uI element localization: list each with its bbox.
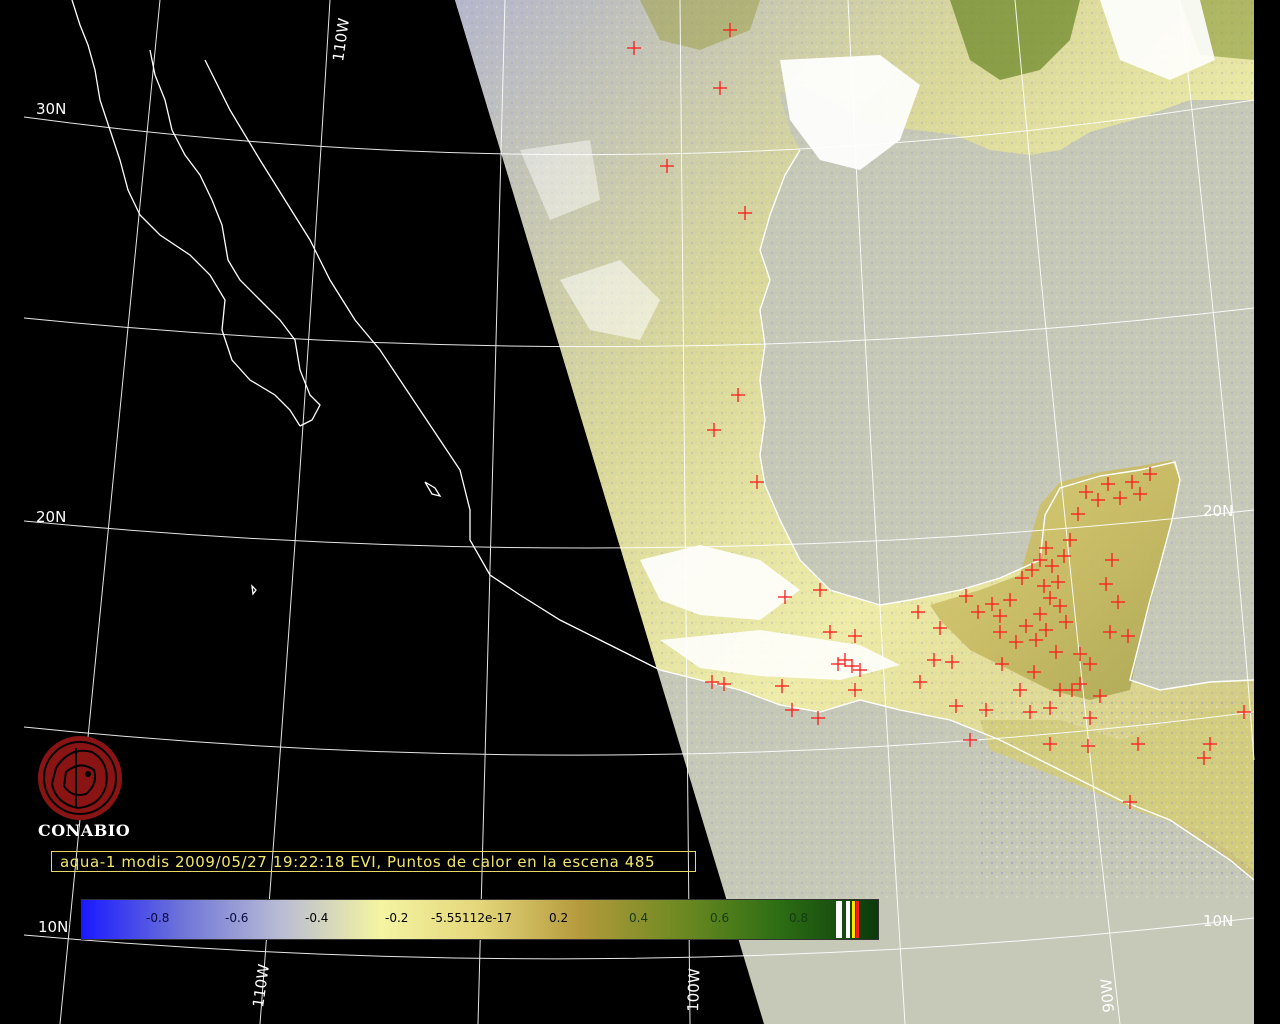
label-10n-right: 10N <box>1203 912 1233 930</box>
conabio-logo-text: CONABIO <box>38 821 131 840</box>
label-90w-bottom: 90W <box>1097 978 1118 1014</box>
colorbar-tick-7: 0.6 <box>710 911 730 925</box>
colorbar-marker-white <box>836 901 842 938</box>
label-110w-top: 110W <box>329 17 353 63</box>
label-20n-right: 20N <box>1203 502 1233 520</box>
conabio-logo-icon <box>38 736 122 820</box>
baja-east-coast <box>149 49 321 427</box>
colorbar-tick-0: -0.8 <box>146 911 170 925</box>
colorbar-marker-white-2 <box>846 901 850 938</box>
label-30n: 30N <box>36 100 66 118</box>
label-20n: 20N <box>36 508 66 526</box>
label-10n: 10N <box>38 918 68 936</box>
baja-west-coast <box>71 0 301 427</box>
island-1 <box>424 481 442 498</box>
colorbar-marker-red <box>856 901 859 938</box>
colorbar-tick-8: 0.8 <box>789 911 809 925</box>
label-110w-bottom: 110W <box>249 963 273 1009</box>
colorbar-tick-1: -0.6 <box>225 911 249 925</box>
colorbar-marker-yellow <box>852 901 855 938</box>
colorbar-tick-4: -5.55112e-17 <box>431 911 512 925</box>
colorbar-tick-2: -0.4 <box>305 911 329 925</box>
map-viewer: 30N 20N 10N 20N 10N 110W 110W 100W 90W C… <box>0 0 1280 1024</box>
colorbar-tick-5: 0.2 <box>549 911 569 925</box>
scene-caption: aqua-1 modis 2009/05/27 19:22:18 EVI, Pu… <box>60 853 656 871</box>
label-100w-bottom: 100W <box>684 968 704 1012</box>
island-2 <box>251 584 257 596</box>
colorbar-tick-3: -0.2 <box>385 911 409 925</box>
colorbar-tick-6: 0.4 <box>629 911 649 925</box>
